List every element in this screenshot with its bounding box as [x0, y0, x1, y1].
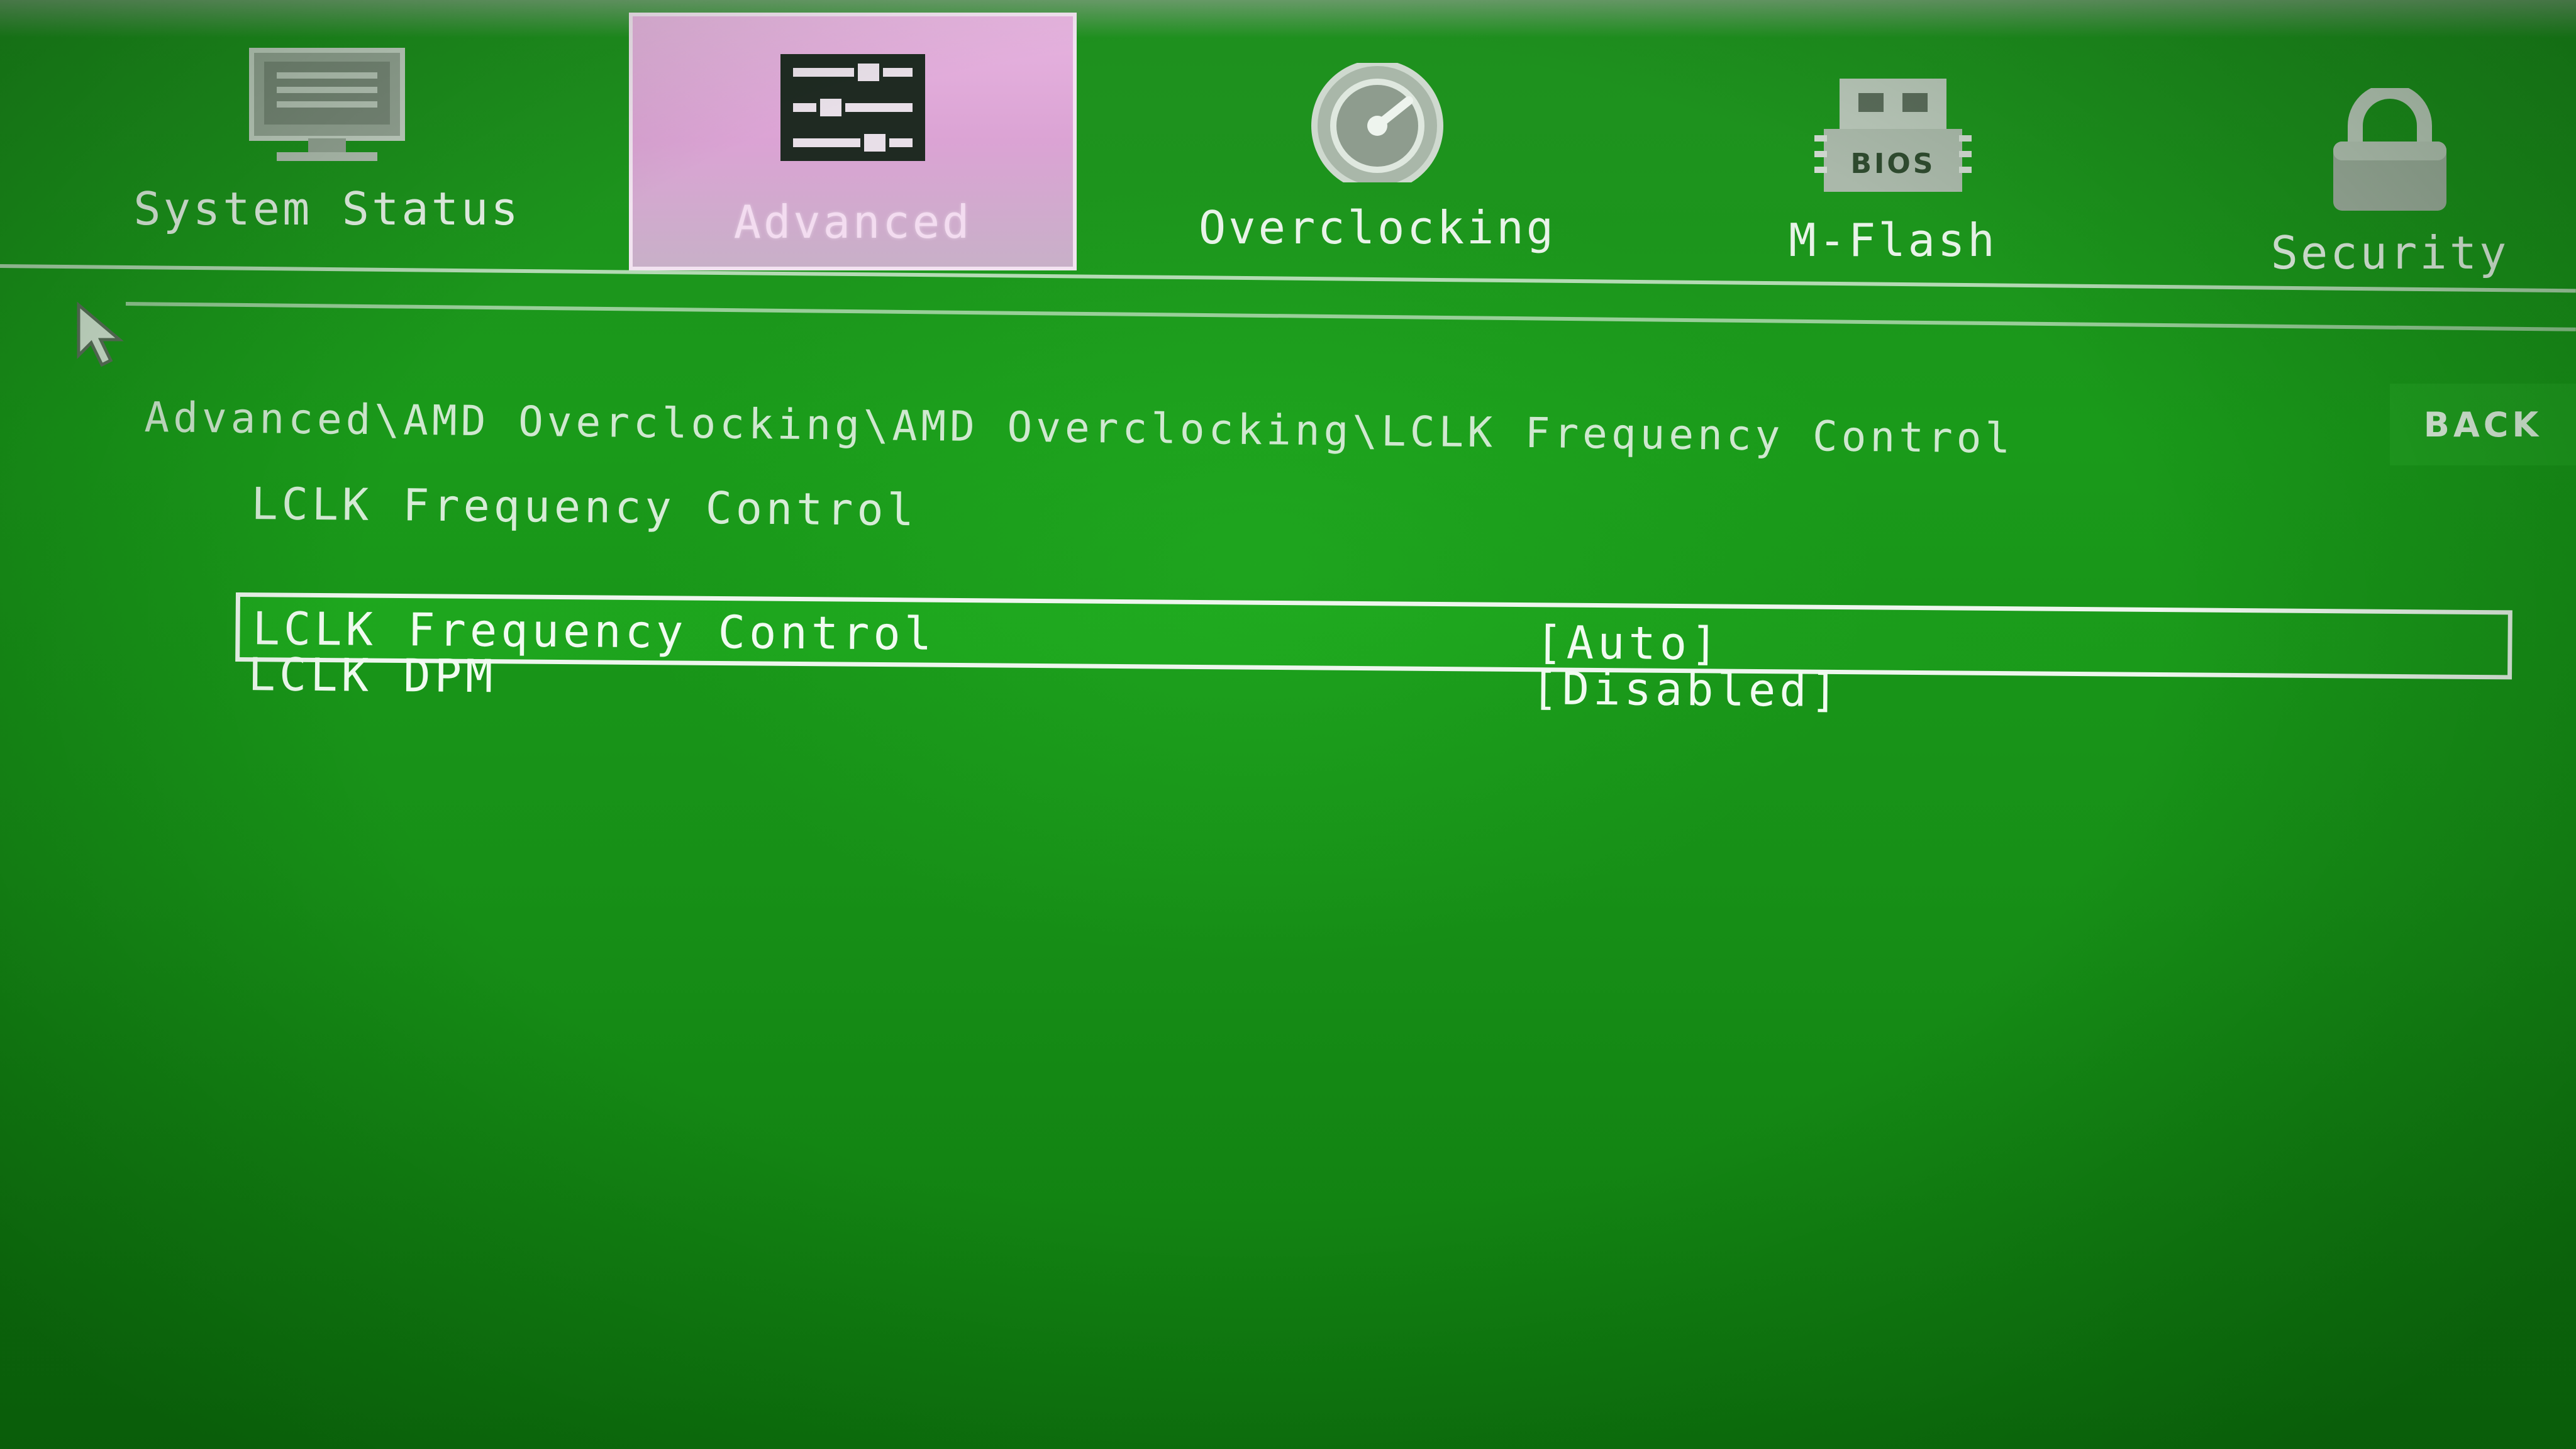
tab-divider: [0, 264, 2576, 293]
tab-overclocking[interactable]: Overclocking: [1145, 13, 1610, 264]
padlock-icon: [2321, 84, 2459, 225]
speedometer-icon: [1302, 60, 1453, 193]
tab-label: Advanced: [733, 196, 972, 248]
tab-label: Security: [2270, 226, 2509, 279]
back-button[interactable]: BACK: [2390, 384, 2576, 465]
tab-m-flash[interactable]: BIOS M-Flash: [1698, 13, 2088, 267]
bios-chip-icon: BIOS: [1811, 75, 1975, 206]
tab-label: M-Flash: [1789, 214, 1997, 267]
page-title: LCLK Frequency Control: [251, 478, 918, 536]
mouse-pointer-icon: [75, 301, 132, 374]
breadcrumb: Advanced\AMD Overclocking\AMD Overclocki…: [144, 393, 2014, 463]
tab-security[interactable]: Security: [2239, 13, 2541, 279]
monitor-icon: [245, 44, 409, 180]
tab-label: Overclocking: [1198, 201, 1557, 254]
tab-system-status[interactable]: System Status: [88, 13, 566, 264]
setting-value[interactable]: [Disabled]: [1531, 662, 1841, 717]
tab-advanced[interactable]: Advanced: [629, 13, 1077, 270]
header-divider: [125, 302, 2576, 331]
sliders-icon: [780, 54, 925, 172]
tab-label: System Status: [133, 182, 521, 235]
setting-name: LCLK DPM: [248, 648, 497, 703]
bios-chip-text: BIOS: [1850, 148, 1935, 180]
